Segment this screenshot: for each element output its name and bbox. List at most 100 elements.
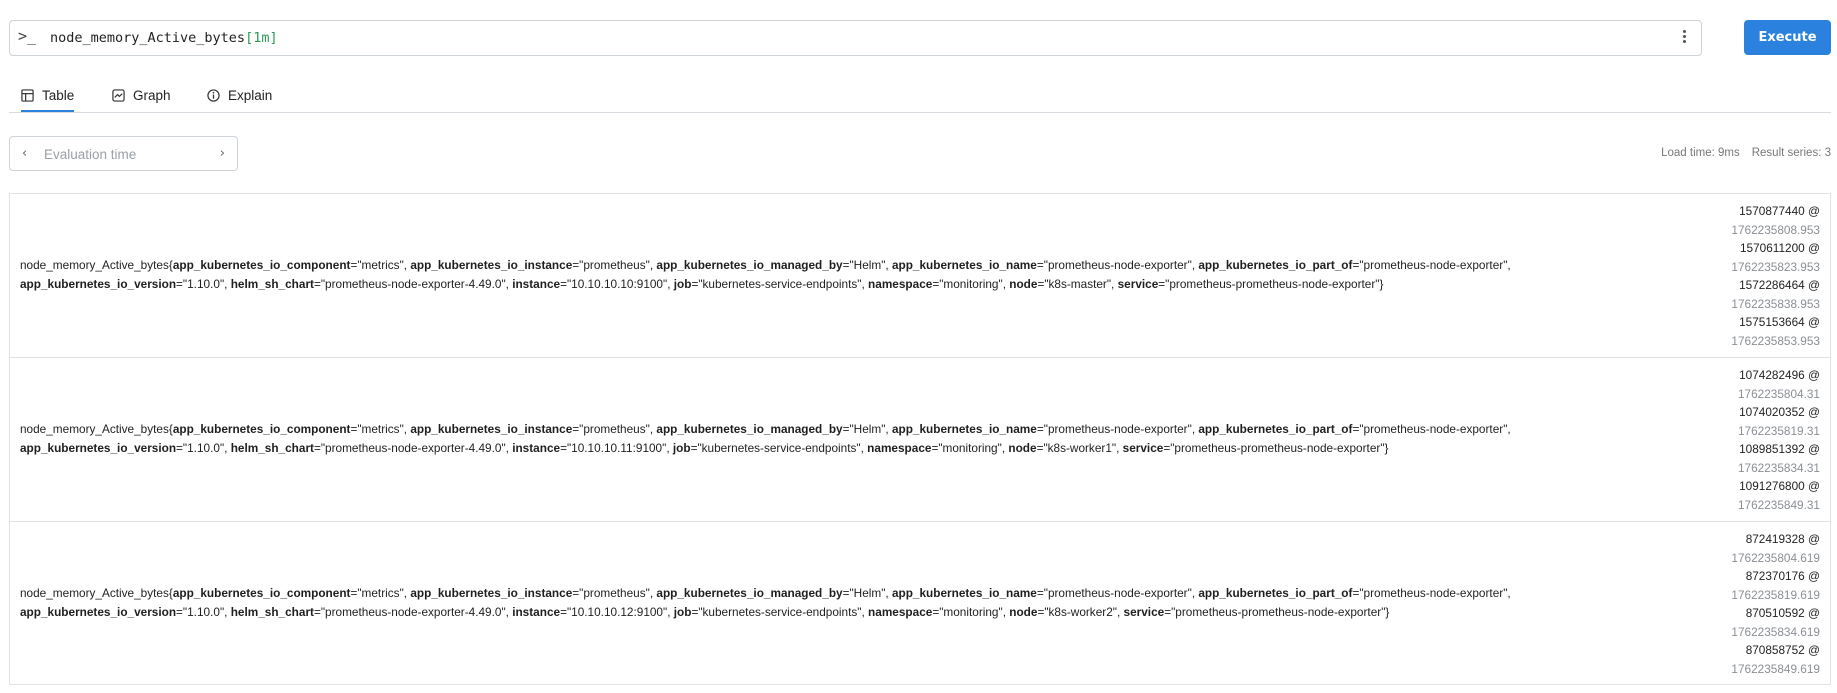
- label-value: prometheus-prometheus-node-exporter: [1175, 605, 1382, 619]
- label-value: 10.10.10.11:9100: [571, 441, 663, 455]
- tab-table[interactable]: Table: [21, 80, 75, 112]
- label-key: job: [673, 605, 692, 619]
- sample-timestamp: 1762235819.31: [1737, 423, 1820, 438]
- label-value: prometheus-node-exporter: [1047, 422, 1188, 436]
- label-key: instance: [512, 605, 561, 619]
- tab-table-label: Table: [42, 87, 75, 103]
- label-key: app_kubernetes_io_part_of: [1198, 422, 1353, 436]
- label-value: Helm: [853, 586, 882, 600]
- label-key: namespace: [867, 441, 932, 455]
- query-expression[interactable]: node_memory_Active_bytes[1m]: [50, 30, 278, 46]
- series-labels: node_memory_Active_bytes{app_kubernetes_…: [20, 422, 1511, 455]
- label-key: app_kubernetes_io_component: [172, 258, 351, 272]
- evaluation-time-picker[interactable]: ‹ Evaluation time ›: [9, 136, 238, 171]
- label-value: kubernetes-service-endpoints: [702, 605, 858, 619]
- label-key: job: [672, 441, 691, 455]
- label-key: app_kubernetes_io_name: [891, 422, 1037, 436]
- sample-timestamp: 1762235834.619: [1731, 624, 1820, 639]
- label-value: 1.10.0: [187, 277, 220, 291]
- label-value: prometheus-node-exporter-4.49.0: [325, 277, 502, 291]
- label-key: node: [1008, 441, 1037, 455]
- label-value: prometheus-node-exporter: [1363, 586, 1504, 600]
- label-key: app_kubernetes_io_name: [891, 586, 1037, 600]
- series-labels: node_memory_Active_bytes{app_kubernetes_…: [20, 586, 1511, 619]
- label-value: prometheus-node-exporter: [1363, 258, 1504, 272]
- label-value: metrics: [361, 422, 400, 436]
- sample-value: 1091276800 @: [1739, 479, 1820, 493]
- label-value: 1.10.0: [187, 441, 220, 455]
- label-key: service: [1122, 441, 1164, 455]
- query-input[interactable]: >_ node_memory_Active_bytes[1m]: [9, 20, 1702, 56]
- label-value: prometheus: [583, 258, 646, 272]
- tab-graph-label: Graph: [133, 87, 171, 103]
- label-key: instance: [512, 441, 561, 455]
- label-key: app_kubernetes_io_version: [20, 277, 177, 291]
- label-key: app_kubernetes_io_component: [172, 422, 351, 436]
- label-value: prometheus-node-exporter: [1363, 422, 1504, 436]
- label-value: prometheus-node-exporter: [1047, 586, 1188, 600]
- terminal-prompt-icon: >_: [18, 27, 37, 45]
- execute-button[interactable]: Execute: [1744, 20, 1831, 55]
- metric-name: node_memory_Active_bytes: [20, 258, 169, 272]
- sample-timestamp: 1762235834.31: [1737, 460, 1820, 475]
- tab-explain[interactable]: Explain: [207, 80, 272, 110]
- sample-timestamp: 1762235853.953: [1731, 333, 1820, 348]
- label-value: monitoring: [943, 605, 999, 619]
- series-labels: node_memory_Active_bytes{app_kubernetes_…: [20, 258, 1511, 291]
- sample-value: 870510592 @: [1745, 606, 1820, 620]
- label-key: namespace: [868, 277, 933, 291]
- label-value: k8s-worker2: [1048, 605, 1113, 619]
- label-value: prometheus: [583, 422, 646, 436]
- results-table: node_memory_Active_bytes{app_kubernetes_…: [9, 193, 1831, 685]
- label-value: monitoring: [942, 441, 998, 455]
- label-value: kubernetes-service-endpoints: [701, 441, 857, 455]
- info-icon: [207, 88, 220, 102]
- label-value: 10.10.10.10:9100: [571, 277, 663, 291]
- chevron-right-icon[interactable]: ›: [220, 146, 225, 161]
- sample-value: 1570877440 @: [1739, 204, 1820, 218]
- sample-value: 1074020352 @: [1739, 405, 1820, 419]
- evaluation-time-placeholder: Evaluation time: [44, 147, 137, 162]
- label-key: app_kubernetes_io_component: [172, 586, 351, 600]
- chevron-left-icon[interactable]: ‹: [22, 146, 27, 161]
- table-icon: [21, 88, 34, 102]
- label-key: node: [1009, 605, 1038, 619]
- label-key: app_kubernetes_io_managed_by: [656, 258, 843, 272]
- query-stats: Load time: 9ms Result series: 3: [1649, 147, 1831, 159]
- label-key: helm_sh_chart: [230, 277, 314, 291]
- sample-timestamp: 1762235849.31: [1737, 497, 1820, 512]
- label-key: app_kubernetes_io_instance: [410, 258, 573, 272]
- label-key: job: [673, 277, 692, 291]
- sample-timestamp: 1762235804.31: [1737, 386, 1820, 401]
- label-key: app_kubernetes_io_part_of: [1198, 258, 1353, 272]
- sample-timestamp: 1762235823.953: [1731, 259, 1820, 274]
- label-key: app_kubernetes_io_version: [20, 605, 177, 619]
- kebab-menu-icon[interactable]: [1679, 28, 1689, 48]
- label-key: namespace: [868, 605, 933, 619]
- load-time: Load time: 9ms: [1661, 147, 1740, 159]
- label-key: instance: [512, 277, 561, 291]
- sample-value: 872370176 @: [1745, 569, 1820, 583]
- metric-name: node_memory_Active_bytes: [20, 422, 169, 436]
- label-value: metrics: [361, 258, 400, 272]
- sample-value: 872419328 @: [1745, 532, 1820, 546]
- label-key: helm_sh_chart: [230, 605, 314, 619]
- sample-timestamp: 1762235819.619: [1731, 587, 1820, 602]
- sample-timestamp: 1762235849.619: [1731, 661, 1820, 676]
- tab-graph[interactable]: Graph: [112, 80, 171, 110]
- sample-values: 1570877440 @ 1762235808.953 1570611200 @ 17…: [1731, 202, 1820, 350]
- label-value: monitoring: [943, 277, 999, 291]
- sample-value: 1074282496 @: [1739, 368, 1820, 382]
- sample-value: 1572286464 @: [1739, 278, 1820, 292]
- label-value: 1.10.0: [187, 605, 220, 619]
- label-key: app_kubernetes_io_name: [891, 258, 1037, 272]
- table-row: node_memory_Active_bytes{app_kubernetes_…: [10, 358, 1830, 522]
- sample-value: 1089851392 @: [1739, 442, 1820, 456]
- label-key: app_kubernetes_io_instance: [410, 422, 573, 436]
- sample-value: 1575153664 @: [1739, 315, 1820, 329]
- label-value: prometheus-prometheus-node-exporter: [1174, 441, 1381, 455]
- sample-timestamp: 1762235808.953: [1731, 222, 1820, 237]
- label-key: app_kubernetes_io_instance: [410, 586, 573, 600]
- graph-icon: [112, 88, 125, 102]
- label-value: metrics: [361, 586, 400, 600]
